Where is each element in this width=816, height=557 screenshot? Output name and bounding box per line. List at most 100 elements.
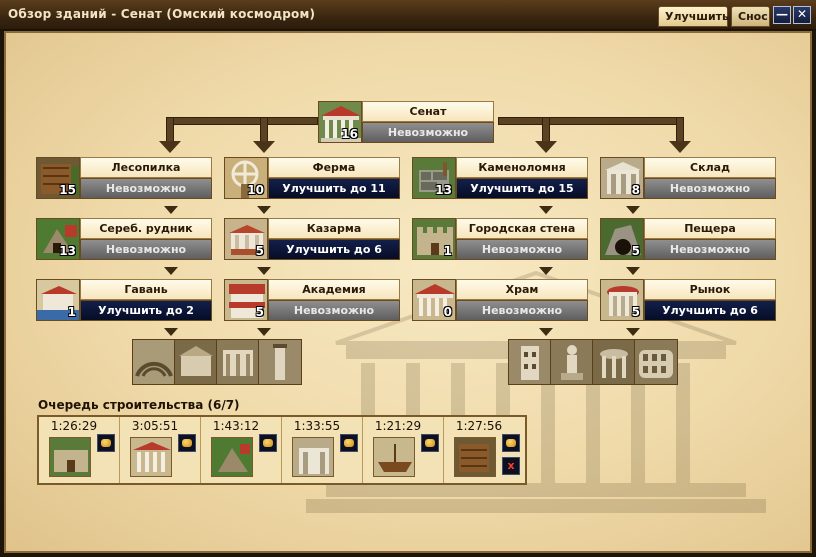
building-warehouse: 8 Склад Невозможно [600,157,776,199]
senate-icon[interactable]: 16 [318,101,362,143]
minimize-icon[interactable]: — [773,6,791,24]
gold-coin-icon[interactable] [421,434,439,452]
city-wall-icon[interactable]: 1 [412,218,456,260]
market-level: 5 [631,305,640,319]
arrow-to-warehouse [669,141,691,153]
oracle-icon[interactable] [593,340,635,384]
academy-icon[interactable]: 5 [224,279,268,321]
connector-warehouse-vertical [676,117,684,143]
harbor-action-button[interactable]: Улучшить до 2 [80,300,212,321]
farm-name: Ферма [268,157,400,178]
queue-item: 1:33:55 [282,417,363,483]
senate-action-button[interactable]: Невозможно [362,122,494,143]
queue-timer: 3:05:51 [131,419,179,433]
queue-item: 3:05:51 [120,417,201,483]
close-icon[interactable]: ✕ [793,6,811,24]
lumber-action-button[interactable]: Невозможно [80,178,212,199]
temple-icon [130,437,172,477]
connector-lumber-vertical [166,117,174,143]
farm-action-button[interactable]: Улучшить до 11 [268,178,400,199]
warehouse-icon[interactable]: 8 [600,157,644,199]
arrow-to-farm [253,141,275,153]
quarry-action-button[interactable]: Улучшить до 15 [456,178,588,199]
lighthouse-icon[interactable] [259,340,301,384]
special-buildings-right [508,339,678,385]
temple-level: 0 [443,305,452,319]
gold-coin-icon[interactable] [97,434,115,452]
quarry-level: 13 [435,183,452,197]
farm-icon[interactable]: 10 [224,157,268,199]
arrow-wall-temple [539,267,553,275]
colosseum-icon[interactable] [635,340,677,384]
queue-timer: 1:21:29 [374,419,422,433]
market-action-button[interactable]: Улучшить до 6 [644,300,776,321]
wall-name: Городская стена [456,218,588,239]
special-buildings-left [132,339,302,385]
warehouse-name: Склад [644,157,776,178]
statue-icon[interactable] [551,340,593,384]
thermal-bath-icon[interactable] [175,340,217,384]
harbor-level: 1 [67,305,76,319]
temple-name: Храм [456,279,588,300]
arrow-barracks-academy [257,267,271,275]
warehouse-icon [292,437,334,477]
warehouse-level: 8 [631,183,640,197]
barracks-level: 5 [255,244,264,258]
cave-icon[interactable]: 5 [600,218,644,260]
library-icon[interactable] [217,340,259,384]
harbor-icon[interactable]: 1 [36,279,80,321]
queue-timer: 1:33:55 [293,419,341,433]
building-temple: 0 Храм Невозможно [412,279,588,321]
arrow-farm-barracks [257,206,271,214]
arrow-to-quarry [535,141,557,153]
building-market: 5 Рынок Улучшить до 6 [600,279,776,321]
gold-coin-icon[interactable] [178,434,196,452]
cancel-icon[interactable]: x [502,457,520,475]
queue-item: 1:21:29 [363,417,444,483]
senate-level: 16 [341,127,358,141]
queue-timer: 1:43:12 [212,419,260,433]
temple-action-button[interactable]: Невозможно [456,300,588,321]
arrow-silver-harbor [164,267,178,275]
wall-level: 1 [443,244,452,258]
tab-demolish[interactable]: Снос [731,6,770,27]
lumber-icon[interactable]: 15 [36,157,80,199]
lumber-level: 15 [59,183,76,197]
connector-right-horizontal [498,117,684,125]
cave-action-button[interactable]: Невозможно [644,239,776,260]
silver-name: Сереб. рудник [80,218,212,239]
silver-action-button[interactable]: Невозможно [80,239,212,260]
buildings-overview-panel: 16 Сенат Невозможно 15 Лесопилка Невозмо… [4,31,812,553]
gold-coin-icon[interactable] [502,434,520,452]
barracks-icon[interactable]: 5 [224,218,268,260]
connector-left-horizontal [166,117,318,125]
city-wall-icon [49,437,91,477]
quarry-name: Каменоломня [456,157,588,178]
building-farm: 10 Ферма Улучшить до 11 [224,157,400,199]
arrow-warehouse-cave [626,206,640,214]
tower-icon[interactable] [509,340,551,384]
building-lumber: 15 Лесопилка Невозможно [36,157,212,199]
arrow-academy-special [257,328,271,336]
building-academy: 5 Академия Невозможно [224,279,400,321]
temple-icon[interactable]: 0 [412,279,456,321]
academy-action-button[interactable]: Невозможно [268,300,400,321]
quarry-icon[interactable]: 13 [412,157,456,199]
gold-coin-icon[interactable] [259,434,277,452]
warehouse-action-button[interactable]: Невозможно [644,178,776,199]
silver-mine-icon[interactable]: 13 [36,218,80,260]
barracks-action-button[interactable]: Улучшить до 6 [268,239,400,260]
queue-timer: 1:27:56 [455,419,503,433]
gold-coin-icon[interactable] [340,434,358,452]
arrow-lumber-silver [164,206,178,214]
market-icon[interactable]: 5 [600,279,644,321]
wall-action-button[interactable]: Невозможно [456,239,588,260]
queue-item: 1:43:12 [201,417,282,483]
tab-upgrade[interactable]: Улучшить [658,6,729,27]
arrow-market-special [626,328,640,336]
cave-level: 5 [631,244,640,258]
arrow-harbor-special [164,328,178,336]
connector-farm-vertical [260,117,268,143]
window-titlebar: Обзор зданий - Сенат (Омский космодром) … [0,0,816,30]
theater-icon[interactable] [133,340,175,384]
